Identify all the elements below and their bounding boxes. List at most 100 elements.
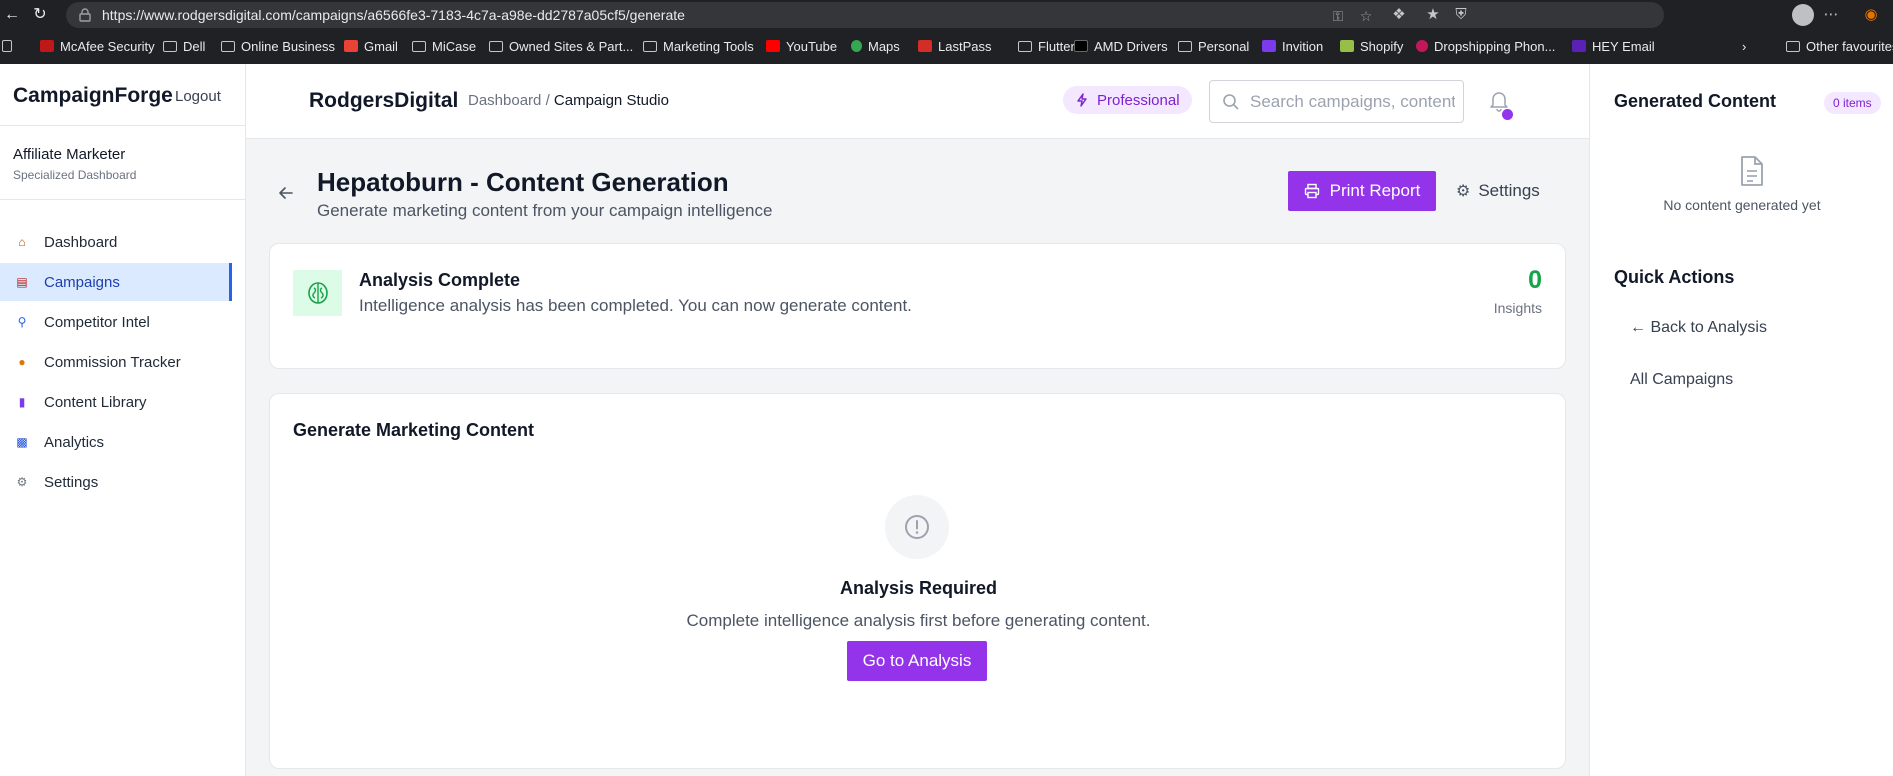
breadcrumb-dashboard-link[interactable]: Dashboard	[468, 92, 541, 109]
bookmark-item[interactable]: McAfee Security	[40, 34, 155, 58]
insights-label: Insights	[1493, 300, 1542, 316]
maps-icon	[851, 40, 862, 52]
sidebar-item-label: Analytics	[44, 433, 105, 451]
profile-avatar[interactable]	[1792, 4, 1814, 26]
bookmark-item[interactable]: HEY Email	[1572, 34, 1655, 58]
generated-content-title: Generated Content	[1614, 91, 1777, 111]
sidebar-item-label: Dashboard	[44, 233, 118, 251]
brand-logo[interactable]: CampaignForge	[13, 84, 173, 108]
bookmark-item[interactable]: Maps	[851, 34, 900, 58]
bookmark-item[interactable]: Shopify	[1340, 34, 1403, 58]
folder-icon	[643, 40, 657, 52]
all-campaigns-link[interactable]: All Campaigns	[1630, 371, 1733, 389]
bookmark-item[interactable]: Invition	[1262, 34, 1323, 58]
sidebar: CampaignForge Logout Affiliate Marketer …	[0, 64, 246, 776]
notification-dot	[1502, 109, 1513, 120]
search-icon	[1223, 94, 1239, 110]
lastpass-icon	[918, 40, 932, 52]
role-subtitle: Specialized Dashboard	[13, 168, 137, 182]
amd-icon	[1074, 40, 1088, 52]
analysis-status-title: Analysis Complete	[359, 270, 521, 290]
url-text[interactable]: https://www.rodgersdigital.com/campaigns…	[102, 7, 685, 23]
key-icon[interactable]: ⚿	[1330, 8, 1346, 24]
sidebar-item-dashboard[interactable]: ⌂ Dashboard	[0, 223, 232, 261]
go-to-analysis-button[interactable]: Go to Analysis	[847, 641, 987, 681]
bookmark-item[interactable]: Owned Sites & Part...	[489, 34, 633, 58]
bookmark-item[interactable]: Online Business	[221, 34, 335, 58]
other-favourites[interactable]: Other favourites	[1786, 34, 1893, 58]
favourites-icon[interactable]: ★	[1422, 4, 1444, 26]
more-menu-icon[interactable]: ⋯	[1820, 4, 1842, 26]
bookmark-item[interactable]: AMD Drivers	[1074, 34, 1168, 58]
chevron-right-icon[interactable]: ›	[1742, 34, 1746, 58]
folder-icon	[1786, 40, 1800, 52]
site-info-icon[interactable]	[78, 8, 92, 22]
bar-chart-icon: ▩	[16, 435, 28, 449]
print-report-button[interactable]: Print Report	[1288, 171, 1436, 211]
bookmark-item[interactable]: Personal	[1178, 34, 1249, 58]
folder-icon	[163, 40, 177, 52]
sidebar-item-competitor-intel[interactable]: ⚲ Competitor Intel	[0, 303, 232, 341]
page-title: Hepatoburn - Content Generation	[317, 167, 729, 197]
org-name: RodgersDigital	[309, 89, 459, 112]
plan-badge: Professional	[1063, 86, 1192, 114]
youtube-icon	[766, 40, 780, 52]
copilot-icon[interactable]: ◉	[1860, 4, 1882, 26]
sidebar-item-content-library[interactable]: ▮ Content Library	[0, 383, 232, 421]
shield-icon[interactable]: ⛨	[1450, 4, 1472, 26]
bookmark-item[interactable]: Dropshipping Phon...	[1416, 34, 1555, 58]
folder-icon	[221, 40, 235, 52]
sidebar-item-campaigns[interactable]: ▤ Campaigns	[0, 263, 232, 301]
top-header: RodgersDigital Dashboard / Campaign Stud…	[246, 64, 1589, 139]
breadcrumb-current: Campaign Studio	[553, 92, 669, 109]
search-input[interactable]	[1250, 89, 1455, 115]
reload-icon[interactable]: ↻	[30, 5, 50, 25]
breadcrumb-separator: /	[545, 92, 550, 109]
role-title: Affiliate Marketer	[13, 146, 126, 163]
bookmarks-toggle-icon[interactable]	[2, 34, 12, 58]
books-icon: ▮	[18, 395, 26, 409]
sidebar-item-analytics[interactable]: ▩ Analytics	[0, 423, 232, 461]
bookmark-item[interactable]: YouTube	[766, 34, 837, 58]
bookmark-item[interactable]: MiCase	[412, 34, 476, 58]
bookmark-item[interactable]: Flutter	[1018, 34, 1075, 58]
alert-icon-circle	[885, 495, 949, 559]
analysis-required-text: Complete intelligence analysis first bef…	[686, 611, 1151, 630]
shopify-icon	[1340, 40, 1354, 52]
money-bag-icon: ●	[18, 355, 26, 369]
star-icon[interactable]: ☆	[1358, 8, 1374, 24]
bookmark-item[interactable]: LastPass	[918, 34, 991, 58]
settings-button[interactable]: ⚙ Settings	[1456, 171, 1540, 211]
app: CampaignForge Logout Affiliate Marketer …	[0, 64, 1893, 776]
bookmark-item[interactable]: Marketing Tools	[643, 34, 754, 58]
plan-label: Professional	[1097, 91, 1180, 109]
gear-icon: ⚙	[1456, 183, 1471, 200]
sidebar-item-settings[interactable]: ⚙ Settings	[0, 463, 232, 501]
extensions-icon[interactable]: ❖	[1388, 4, 1410, 26]
hey-icon	[1572, 40, 1586, 52]
sidebar-item-label: Campaigns	[44, 273, 120, 291]
divider	[0, 125, 246, 126]
search-box[interactable]	[1209, 80, 1464, 123]
back-arrow-icon[interactable]	[276, 183, 296, 203]
analysis-status-description: Intelligence analysis has been completed…	[359, 296, 912, 315]
gear-icon: ⚙	[16, 475, 28, 489]
brain-icon-box	[293, 270, 342, 316]
sidebar-item-label: Settings	[44, 473, 99, 491]
generate-content-title: Generate Marketing Content	[293, 420, 535, 440]
house-icon: ⌂	[18, 235, 26, 249]
lightning-icon	[1077, 93, 1087, 107]
bookmark-item[interactable]: Gmail	[344, 34, 398, 58]
bookmark-item[interactable]: Dell	[163, 34, 205, 58]
sidebar-item-label: Commission Tracker	[44, 353, 181, 371]
item-count-badge: 0 items	[1824, 92, 1881, 114]
invition-icon	[1262, 40, 1276, 52]
folder-icon	[1178, 40, 1192, 52]
breadcrumb: Dashboard / Campaign Studio	[468, 92, 669, 109]
back-nav-icon[interactable]: ←	[2, 5, 22, 25]
sidebar-item-commission-tracker[interactable]: ● Commission Tracker	[0, 343, 232, 381]
back-to-analysis-link[interactable]: ← Back to Analysis	[1630, 319, 1767, 337]
logout-link[interactable]: Logout	[175, 88, 221, 105]
magnifier-icon: ⚲	[17, 315, 27, 329]
folder-icon	[489, 40, 503, 52]
